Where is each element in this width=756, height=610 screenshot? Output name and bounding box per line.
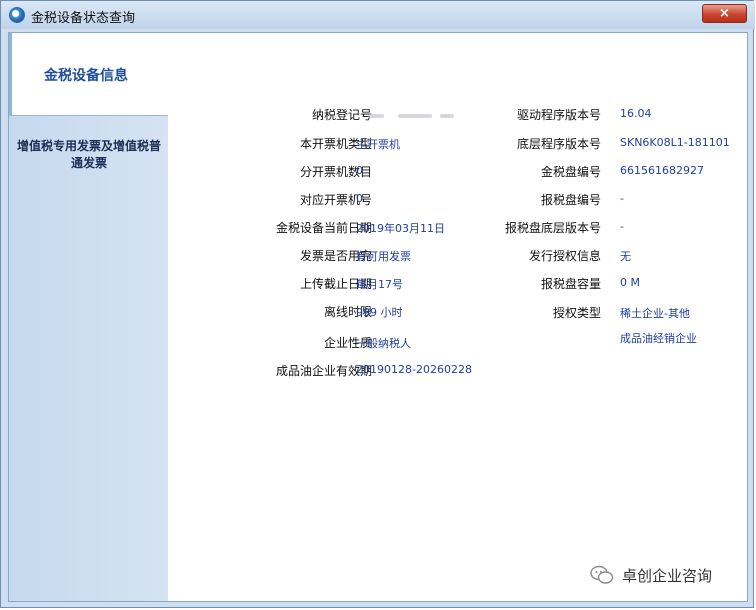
field-label-tax-id: 纳税登记号 (311, 108, 372, 122)
field-label-report-disk-capacity: 报税盘容量 (540, 277, 601, 291)
field-label-report-disk-firmware: 报税盘底层版本号 (504, 221, 601, 235)
field-value-report-disk-capacity: 0 M (620, 276, 640, 289)
field-value-firmware-version: SKN6K08L1-181101 (620, 136, 730, 149)
tab-vat-invoices[interactable]: 增值税专用发票及增值税普通发票 (15, 138, 163, 172)
app-window: 金税设备状态查询 × 金税设备信息 增值税专用发票及增值税普通发票 纳税登记号 … (0, 0, 755, 608)
field-label-authorization-type: 授权类型 (552, 306, 601, 320)
redacted-mark (368, 114, 384, 118)
field-label-issue-authorization: 发行授权信息 (528, 249, 601, 263)
window-title: 金税设备状态查询 (31, 11, 136, 26)
wechat-icon (590, 565, 614, 584)
redacted-mark (398, 114, 432, 118)
field-value-enterprise-type: 一般纳税人 (356, 337, 411, 350)
field-value-driver-version: 16.04 (620, 107, 652, 120)
field-label-report-disk-number: 报税盘编号 (540, 193, 601, 207)
device-info-panel: 纳税登记号 本开票机类型 主开票机 分开票机数目 0 对应开票机号 0 金税设备… (168, 33, 747, 601)
field-value-offline-limit: 999 小时 (356, 306, 403, 319)
app-icon (9, 7, 25, 23)
watermark-text: 卓创企业咨询 (622, 567, 713, 585)
field-value-upload-deadline: 每月17号 (356, 278, 403, 291)
field-value-authorization-type: 稀土企业-其他 (620, 307, 690, 320)
field-label-tax-disk-number: 金税盘编号 (540, 165, 601, 179)
field-value-authorization-type-extra: 成品油经销企业 (620, 332, 697, 345)
field-value-issue-authorization: 无 (620, 250, 631, 263)
tab-tax-device-info[interactable]: 金税设备信息 (9, 33, 168, 115)
field-label-firmware-version: 底层程序版本号 (516, 137, 601, 151)
field-value-machine-number: 0 (356, 192, 363, 205)
field-value-machine-type: 主开票机 (356, 138, 400, 151)
client-area: 金税设备信息 增值税专用发票及增值税普通发票 纳税登记号 本开票机类型 主开票机… (8, 32, 748, 602)
field-value-device-date: 2019年03月11日 (356, 222, 445, 235)
field-value-oil-validity: 20190128-20260228 (356, 363, 472, 376)
field-value-report-disk-firmware: - (620, 220, 624, 233)
field-label-driver-version: 驱动程序版本号 (516, 108, 601, 122)
field-value-tax-disk-number: 661561682927 (620, 164, 704, 177)
sidebar: 增值税专用发票及增值税普通发票 (9, 115, 168, 601)
field-value-invoice-used-up: 有可用发票 (356, 250, 411, 263)
field-value-report-disk-number: - (620, 192, 624, 205)
close-button[interactable]: × (702, 4, 747, 23)
tab-tax-device-info-label: 金税设备信息 (44, 68, 128, 84)
title-bar[interactable]: 金税设备状态查询 × (1, 1, 755, 29)
redacted-mark (440, 114, 454, 118)
field-value-sub-machine-count: 0 (356, 164, 363, 177)
